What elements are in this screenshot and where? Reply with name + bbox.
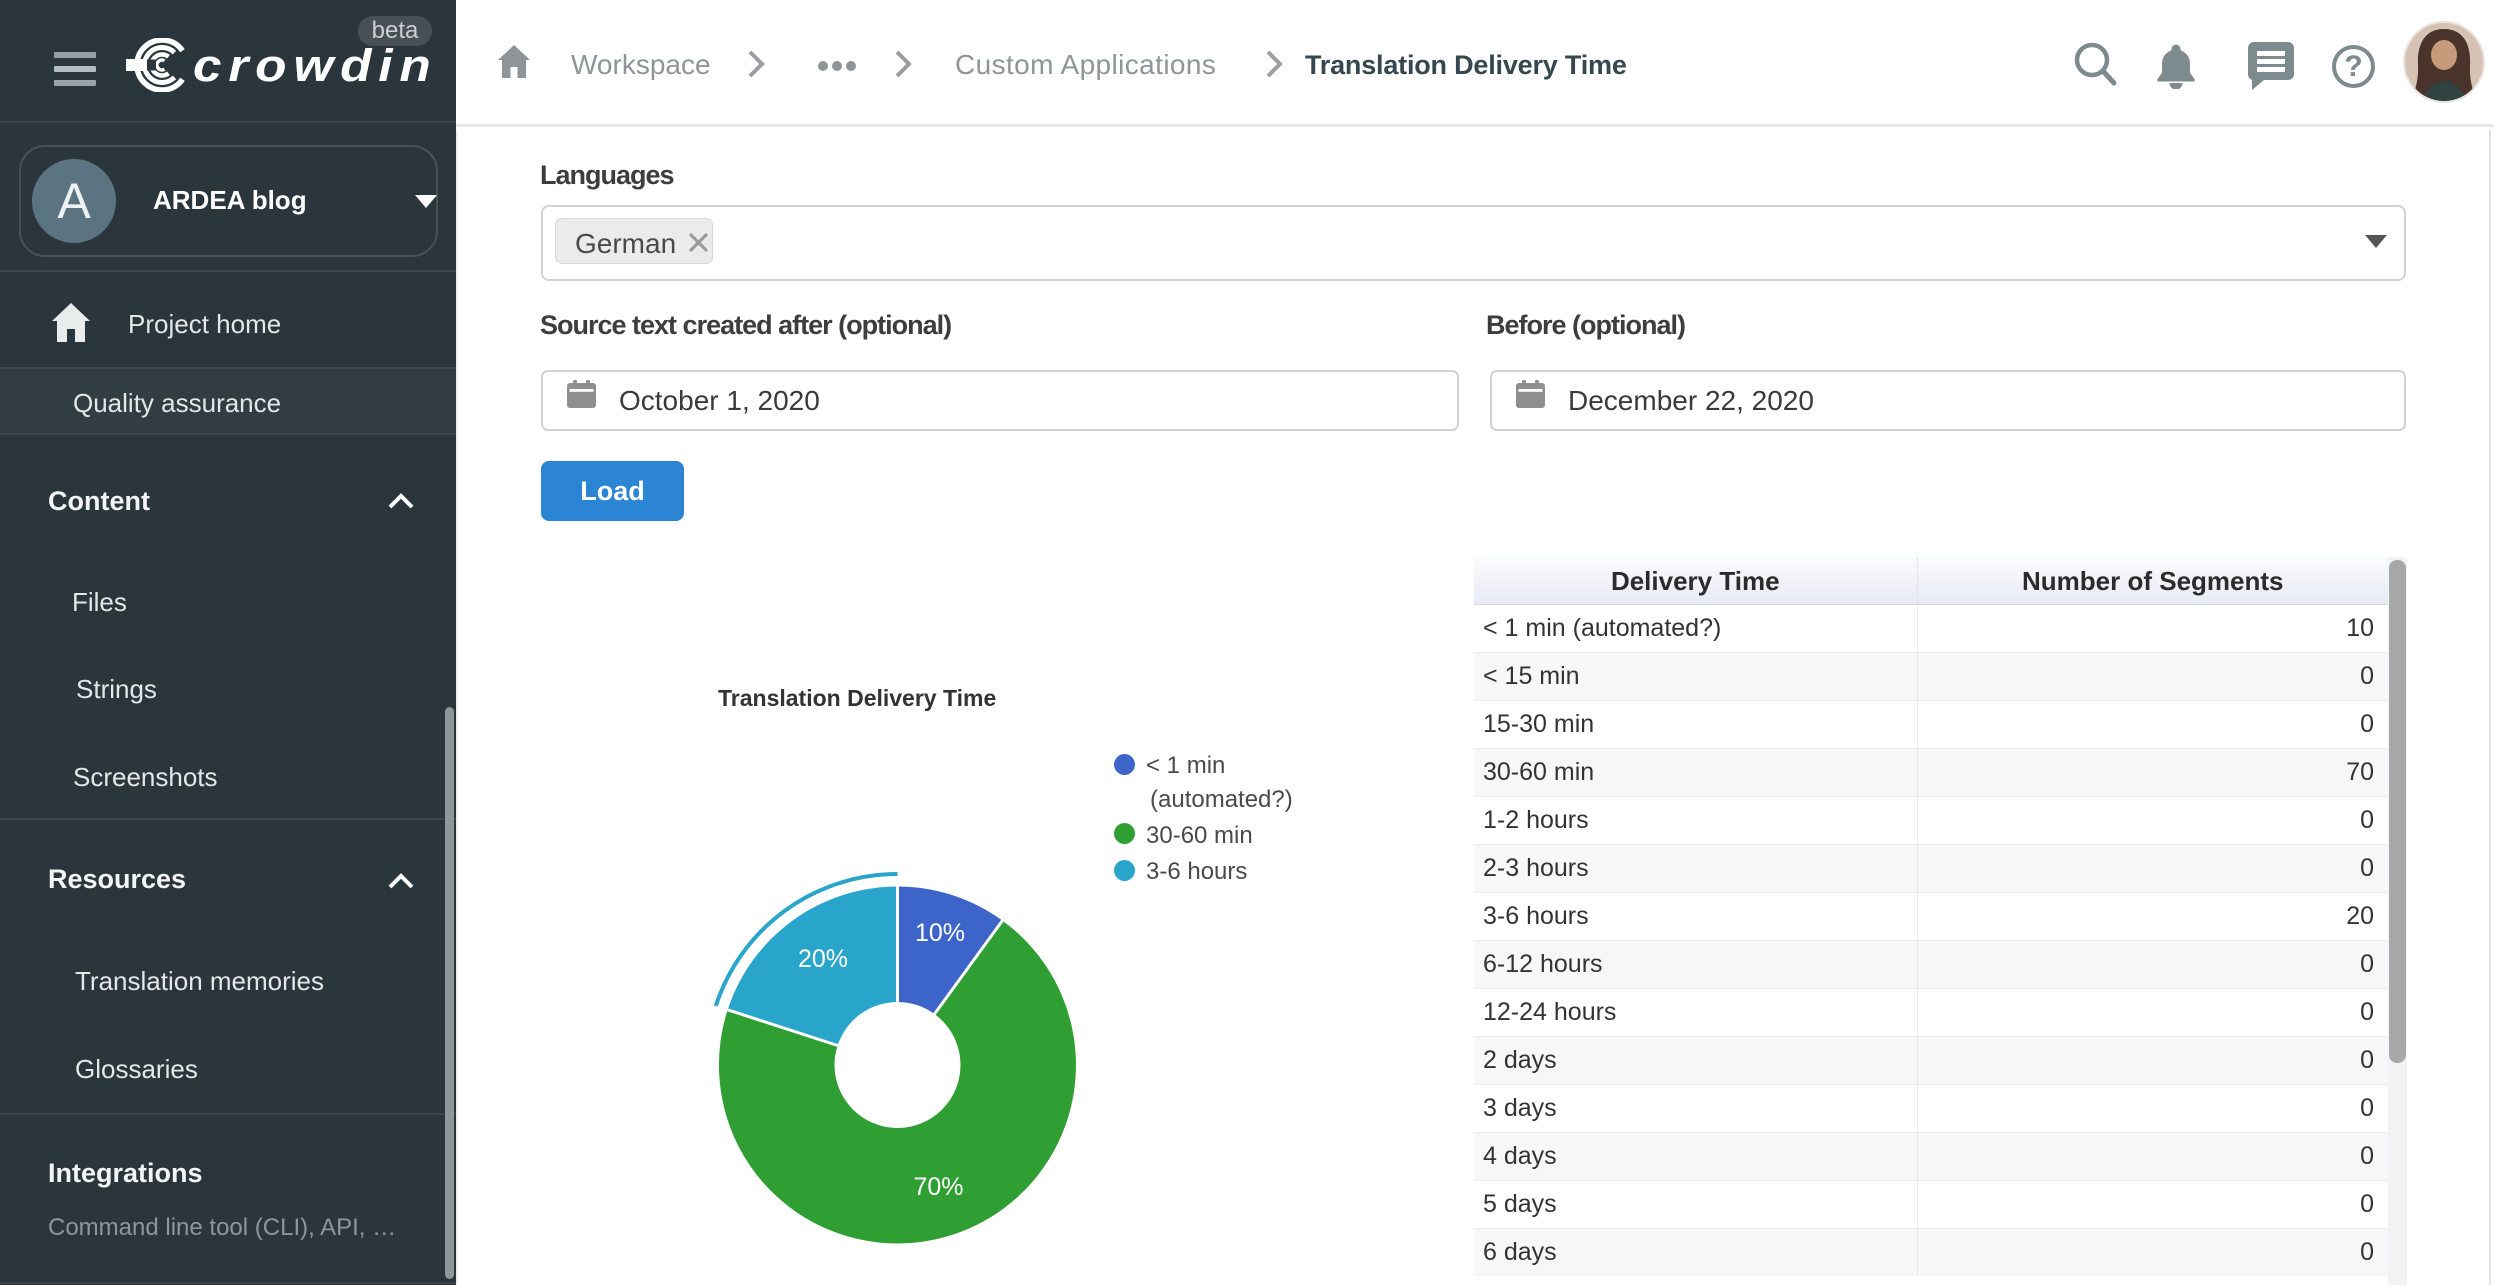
svg-text:20%: 20% xyxy=(798,945,848,973)
svg-text:10%: 10% xyxy=(915,919,965,947)
svg-text:70%: 70% xyxy=(913,1173,963,1201)
